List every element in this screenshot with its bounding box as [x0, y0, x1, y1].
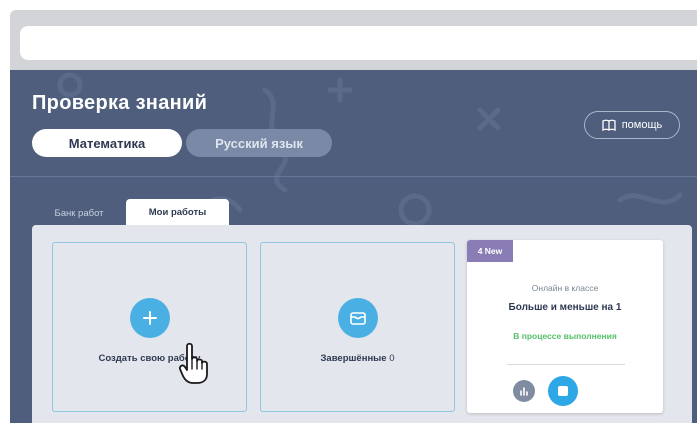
works-panel: Создать свою работу Завершённые 0 4 New … [32, 225, 692, 423]
address-bar[interactable] [20, 26, 697, 60]
help-label: помощь [621, 119, 663, 131]
hand-pointer-cursor-icon [178, 342, 208, 384]
work-status: В процессе выполнения [513, 331, 617, 341]
work-name: Больше и меньше на 1 [508, 302, 622, 313]
completed-count: 0 [389, 353, 395, 364]
completed-button[interactable] [337, 298, 378, 338]
create-work-label: Создать свою работу [98, 353, 201, 364]
header-divider [10, 176, 697, 177]
online-work-card[interactable]: 4 New Онлайн в классе Больше и меньше на… [467, 240, 663, 413]
app-container: Проверка знаний Математика Русский язык … [10, 70, 697, 423]
subject-tab-math[interactable]: Математика [32, 129, 182, 157]
completed-works-label: Завершённые 0 [261, 353, 454, 364]
tab-work-bank[interactable]: Банк работ [36, 200, 122, 226]
completed-label-text: Завершённые [320, 353, 387, 364]
create-work-card[interactable]: Создать свою работу [52, 242, 247, 412]
plus-icon [142, 311, 157, 325]
create-button[interactable] [129, 298, 170, 338]
new-badge: 4 New [467, 240, 513, 262]
archive-box-icon [349, 312, 366, 325]
work-subtitle: Онлайн в классе [531, 283, 599, 293]
stats-button[interactable] [513, 380, 535, 402]
page-title: Проверка знаний [32, 92, 208, 114]
book-icon [602, 119, 616, 131]
stop-icon [558, 386, 568, 396]
stop-button[interactable] [548, 376, 578, 406]
help-button[interactable]: помощь [584, 111, 680, 139]
completed-works-card[interactable]: Завершённые 0 [260, 242, 455, 412]
bar-chart-icon [520, 387, 528, 396]
tab-my-works[interactable]: Мои работы [126, 199, 229, 225]
subject-tab-russian[interactable]: Русский язык [186, 129, 332, 157]
card-divider [507, 364, 625, 365]
